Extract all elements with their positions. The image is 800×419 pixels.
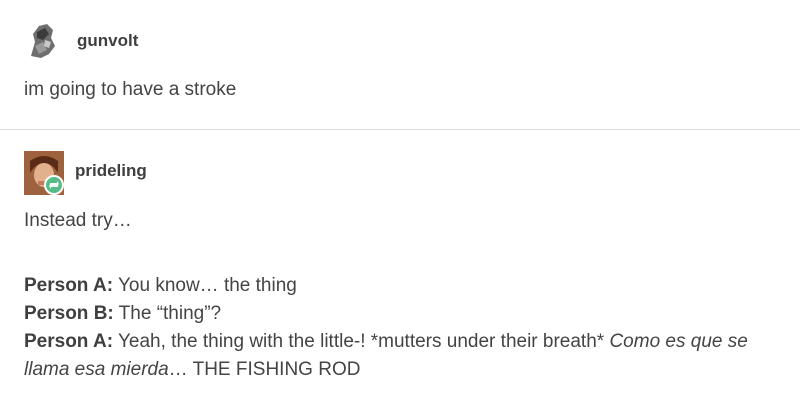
username[interactable]: prideling <box>75 161 147 181</box>
dialog-text: The “thing”? <box>113 303 222 324</box>
dialog-line: Person A: Yeah, the thing with the littl… <box>24 328 784 384</box>
dialog-line: Person A: You know… the thing <box>24 272 784 300</box>
dialog-line: Person B: The “thing”? <box>24 300 784 328</box>
dialog-block: Person A: You know… the thing Person B: … <box>24 272 784 384</box>
speaker-label: Person B: <box>24 303 114 324</box>
dialog-text: … THE FISHING ROD <box>168 359 361 380</box>
user-avatar-icon[interactable] <box>25 20 59 60</box>
dialog-text: You know… the thing <box>113 275 297 296</box>
username[interactable]: gunvolt <box>77 31 138 51</box>
dialog-text: Yeah, the thing with the little-! *mutte… <box>113 331 610 352</box>
speaker-label: Person A: <box>24 275 114 296</box>
post-body-text: im going to have a stroke <box>24 79 237 100</box>
reblog-icon <box>44 175 64 195</box>
original-post: gunvolt im going to have a stroke <box>0 0 800 130</box>
speaker-label: Person A: <box>24 331 114 352</box>
reblog-intro-text: Instead try… <box>24 210 132 231</box>
post-divider <box>0 129 800 130</box>
tumblr-post-thread: gunvolt im going to have a stroke pridel… <box>0 0 800 419</box>
